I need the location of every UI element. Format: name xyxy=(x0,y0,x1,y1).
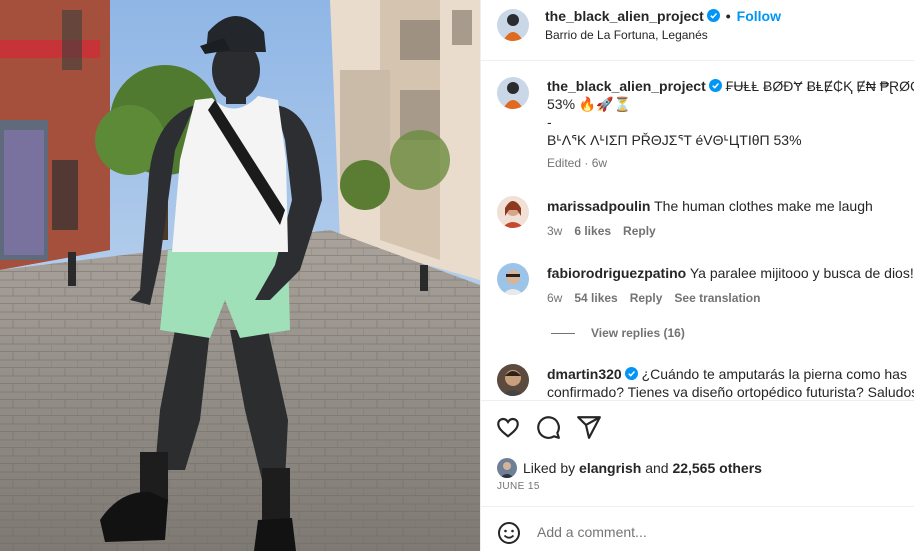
comment-username[interactable]: fabiorodriguezpatino xyxy=(547,265,686,281)
post-date[interactable]: JUNE 15 xyxy=(497,481,540,492)
comment-time[interactable]: 6w xyxy=(547,291,562,305)
add-comment-bar xyxy=(481,506,914,551)
liker-username[interactable]: elangrish xyxy=(579,460,641,476)
verified-icon xyxy=(708,79,722,92)
caption-meta: Edited · 6w xyxy=(547,156,608,170)
likes-summary[interactable]: Liked by elangrish and 22,565 others xyxy=(497,458,762,478)
likes-prefix: Liked by xyxy=(523,460,576,476)
emoji-icon[interactable] xyxy=(497,521,521,545)
share-icon[interactable] xyxy=(576,414,602,440)
comment-time[interactable]: 3w xyxy=(547,224,562,238)
verified-icon xyxy=(624,367,638,380)
follow-button[interactable]: Follow xyxy=(737,8,781,24)
author-username[interactable]: the_black_alien_project xyxy=(545,8,704,24)
comment-input[interactable] xyxy=(537,524,837,540)
commenter-avatar[interactable] xyxy=(497,364,529,396)
comment-text: ¿Cuándo te amputarás la pierna como has xyxy=(641,366,907,382)
caption-text: BᒻΛᕐK ΛᒻΙΣΠ PŘΘJΣᕐT éVΘᒻЦTIθΠ 53% xyxy=(547,132,802,148)
comment-username[interactable]: dmartin320 xyxy=(547,366,622,382)
reply-button[interactable]: Reply xyxy=(623,224,656,238)
caption-username[interactable]: the_black_alien_project xyxy=(547,78,706,94)
comment-text: Ya paralee mijitooo y busca de dios!!! xyxy=(689,265,914,281)
verified-icon xyxy=(706,9,720,22)
caption-text: ₣ɄⱠⱠ ɃØĐɎ ɃⱠɆ₵Ⱪ Ɇ₦ ₱ⱤØ₲ⱤɆ xyxy=(725,78,914,94)
likes-count[interactable]: 22,565 others xyxy=(672,460,762,476)
action-bar xyxy=(481,402,914,452)
commenter-avatar[interactable] xyxy=(497,263,529,295)
comment-text: The human clothes make me laugh xyxy=(654,198,873,214)
comments-section[interactable]: the_black_alien_project ₣ɄⱠⱠ ɃØĐɎ ɃⱠɆ₵Ⱪ … xyxy=(481,61,914,401)
post-detail-panel: the_black_alien_project • Follow Barrio de… xyxy=(480,0,914,551)
post-location[interactable]: Barrio de La Fortuna, Leganés xyxy=(545,28,708,42)
view-replies-button[interactable]: View replies (16) xyxy=(551,326,685,340)
street-photo-image xyxy=(0,0,480,551)
post-header: the_black_alien_project • Follow Barrio de… xyxy=(481,0,914,61)
likes-and: and xyxy=(645,460,669,476)
comment-likes[interactable]: 6 likes xyxy=(574,224,611,238)
comment-username[interactable]: marissadpoulin xyxy=(547,198,650,214)
author-avatar[interactable] xyxy=(497,77,529,109)
see-translation-button[interactable]: See translation xyxy=(674,291,760,305)
liker-avatar xyxy=(497,458,517,478)
reply-button[interactable]: Reply xyxy=(630,291,663,305)
commenter-avatar[interactable] xyxy=(497,196,529,228)
separator-dot: • xyxy=(725,8,731,24)
caption-text: 53% 🔥🚀⏳ xyxy=(547,96,632,112)
replies-divider xyxy=(551,333,575,334)
post-photo[interactable] xyxy=(0,0,480,551)
comment-icon[interactable] xyxy=(535,414,561,440)
comment-text: confirmado? Tienes va diseño ortopédico … xyxy=(547,384,914,400)
heart-icon[interactable] xyxy=(495,414,521,440)
author-avatar[interactable] xyxy=(497,9,529,41)
caption-text: - xyxy=(547,114,552,130)
comment-likes[interactable]: 54 likes xyxy=(574,291,617,305)
view-replies-label: View replies (16) xyxy=(591,326,685,340)
